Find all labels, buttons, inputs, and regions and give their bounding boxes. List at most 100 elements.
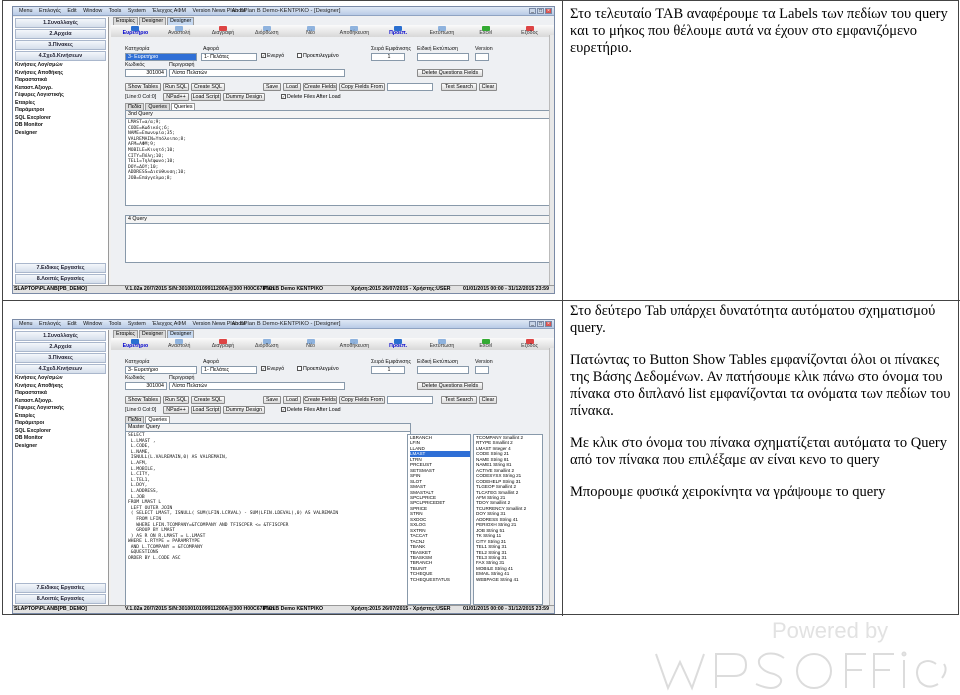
sidebar-group[interactable]: 8.Λοιπές Εργασίες	[15, 594, 106, 604]
refers-select[interactable]: 1- Πελάτες	[201, 366, 257, 374]
sidebar-group[interactable]: 2.Αρχεία	[15, 342, 106, 352]
sidebar-item[interactable]: Κινήσεις Λογ/σμών	[13, 375, 108, 383]
menu-item[interactable]: System	[128, 321, 146, 327]
sidebar-group[interactable]: 1.Συναλλαγές	[15, 331, 106, 341]
special-print-field[interactable]	[417, 53, 469, 61]
version-field[interactable]	[475, 366, 489, 374]
table-list-item[interactable]: TCHEQUESTATUS	[410, 577, 470, 582]
save-sql-button[interactable]: Save	[263, 396, 281, 404]
tab-companies[interactable]: Εταιρίες	[113, 17, 138, 25]
load-button[interactable]: Load	[283, 83, 301, 91]
menu-item[interactable]: Tools	[109, 8, 122, 14]
tab-designer-active[interactable]: Designer	[167, 330, 195, 338]
clear-button[interactable]: Clear	[479, 83, 497, 91]
index-button[interactable]: Ευρετήριο	[114, 339, 157, 349]
menu-item[interactable]: Επιλογές	[39, 8, 61, 14]
edit-button[interactable]: Διόρθωση	[245, 26, 288, 36]
sidebar-item[interactable]: DB Monitor	[13, 435, 108, 443]
sidebar-item[interactable]: Καταστ.Αξιογρ.	[13, 85, 108, 93]
create-fields-button[interactable]: Create Fields	[303, 396, 337, 404]
npad-button[interactable]: NPad++	[163, 93, 189, 101]
sidebar-item[interactable]: Εταιρίες	[13, 413, 108, 421]
sidebar-item[interactable]: Παραστατικά	[13, 77, 108, 85]
preview-button[interactable]: Προεπ.	[377, 26, 420, 36]
field-list-item[interactable]: WEBPAGE String 41	[476, 577, 542, 582]
menu-item[interactable]: Tools	[109, 321, 122, 327]
tables-list[interactable]: LBRANCH LFIN LLAND LMAST LTRN PRCEUST SETSMAST…	[407, 434, 471, 605]
sidebar-item[interactable]: DB Monitor	[13, 122, 108, 130]
special-print-field[interactable]	[417, 366, 469, 374]
create-sql-button[interactable]: Create SQL	[191, 83, 225, 91]
show-tables-button[interactable]: Show Tables	[125, 83, 161, 91]
menu-item[interactable]: Έλεγχος ΑΦΜ	[152, 321, 186, 327]
save-sql-button[interactable]: Save	[263, 83, 281, 91]
sidebar-item[interactable]: Designer	[13, 130, 108, 138]
print-button[interactable]: Εκτύπωση	[421, 26, 464, 36]
menu-item[interactable]: Edit	[67, 8, 76, 14]
create-fields-button[interactable]: Create Fields	[303, 83, 337, 91]
sidebar-group[interactable]: 2.Αρχεία	[15, 29, 106, 39]
npad-button[interactable]: NPad++	[163, 406, 189, 414]
minimize-icon[interactable]: _	[529, 8, 536, 14]
excel-button[interactable]: Excel	[464, 339, 507, 349]
sidebar-item[interactable]: Κινήσεις Λογ/σμών	[13, 62, 108, 70]
menu-item[interactable]: Menu	[19, 321, 33, 327]
tab-designer[interactable]: Designer	[138, 330, 167, 338]
sidebar-item[interactable]: Designer	[13, 443, 108, 451]
load-script-button[interactable]: Load Script	[191, 406, 221, 414]
save-button[interactable]: Αποθήκευση	[333, 339, 376, 349]
active-checkbox[interactable]: ✓ Ενεργό	[261, 366, 284, 372]
vertical-scrollbar[interactable]	[549, 348, 554, 605]
active-checkbox[interactable]: ✓ Ενεργό	[261, 53, 284, 59]
menu-item[interactable]: Επιλογές	[39, 321, 61, 327]
sidebar-group[interactable]: 4.Σχεδ.Κινήσεων	[15, 364, 106, 374]
sidebar-item[interactable]: Παραστατικά	[13, 390, 108, 398]
sidebar-group[interactable]: 7.Ειδικες Εργασίες	[15, 263, 106, 273]
maximize-icon[interactable]: □	[537, 8, 544, 14]
delete-files-checkbox[interactable]: ✓ Delete Files After Load	[281, 94, 341, 100]
sidebar-item[interactable]: Κινήσεις Αποθήκης	[13, 70, 108, 78]
maximize-icon[interactable]: □	[537, 321, 544, 327]
print-button[interactable]: Εκτύπωση	[421, 339, 464, 349]
menu-item[interactable]: Window	[83, 8, 102, 14]
category-select[interactable]: 3- Ευρετήριο	[125, 53, 197, 61]
index-button[interactable]: Ευρετήριο	[114, 26, 157, 36]
load-button[interactable]: Load	[283, 396, 301, 404]
load-script-button[interactable]: Load Script	[191, 93, 221, 101]
run-sql-button[interactable]: Run SQL	[163, 396, 189, 404]
copy-from-field[interactable]	[387, 83, 433, 91]
exit-button[interactable]: Εξοδος	[508, 339, 551, 349]
description-field[interactable]: Λίστα Πελατών	[169, 382, 345, 390]
create-sql-button[interactable]: Create SQL	[191, 396, 225, 404]
refers-select[interactable]: 1- Πελάτες	[201, 53, 257, 61]
sidebar-group[interactable]: 7.Ειδικες Εργασίες	[15, 583, 106, 593]
sidebar-item[interactable]: SQL Excplorer	[13, 428, 108, 436]
fields-list[interactable]: TCOMPANY Smallint 2 RTYPE Smallint 2 LMAST…	[473, 434, 543, 605]
menu-item[interactable]: Edit	[67, 321, 76, 327]
description-field[interactable]: Λίστα Πελατών	[169, 69, 345, 77]
default-checkbox[interactable]: Προεπιλεγμένο	[297, 366, 339, 372]
text-search-button[interactable]: Text Search	[441, 396, 477, 404]
vertical-scrollbar[interactable]	[549, 35, 554, 285]
show-tables-button[interactable]: Show Tables	[125, 396, 161, 404]
close-icon[interactable]: ×	[545, 321, 552, 327]
minimize-icon[interactable]: _	[529, 321, 536, 327]
order-field[interactable]: 1	[371, 53, 405, 61]
category-select[interactable]: 3- Ευρετήριο	[125, 366, 197, 374]
sidebar-item[interactable]: Παράμετροι	[13, 420, 108, 428]
save-button[interactable]: Αποθήκευση	[333, 26, 376, 36]
query-editor[interactable]: LMAST=α/α;9; CODE=Κωδικός;6; NAME=Επωνυμία…	[125, 118, 551, 206]
sidebar-item[interactable]: Εταιρίες	[13, 100, 108, 108]
tab-designer-active[interactable]: Designer	[167, 17, 195, 25]
preview-button[interactable]: Προεπ.	[377, 339, 420, 349]
new-button[interactable]: Νέο	[289, 26, 332, 36]
sidebar-item[interactable]: SQL Excplorer	[13, 115, 108, 123]
delete-questions-fields-button[interactable]: Delete Questions Fields	[417, 69, 483, 77]
sidebar-item[interactable]: Κινήσεις Αποθήκης	[13, 383, 108, 391]
sidebar-item[interactable]: Παράμετροι	[13, 107, 108, 115]
dummy-design-button[interactable]: Dummy Design	[223, 93, 265, 101]
copy-fields-from-button[interactable]: Copy Fields From	[339, 396, 385, 404]
menu-item[interactable]: Window	[83, 321, 102, 327]
sidebar-group[interactable]: 1.Συναλλαγές	[15, 18, 106, 28]
sidebar-group[interactable]: 4.Σχεδ.Κινήσεων	[15, 51, 106, 61]
